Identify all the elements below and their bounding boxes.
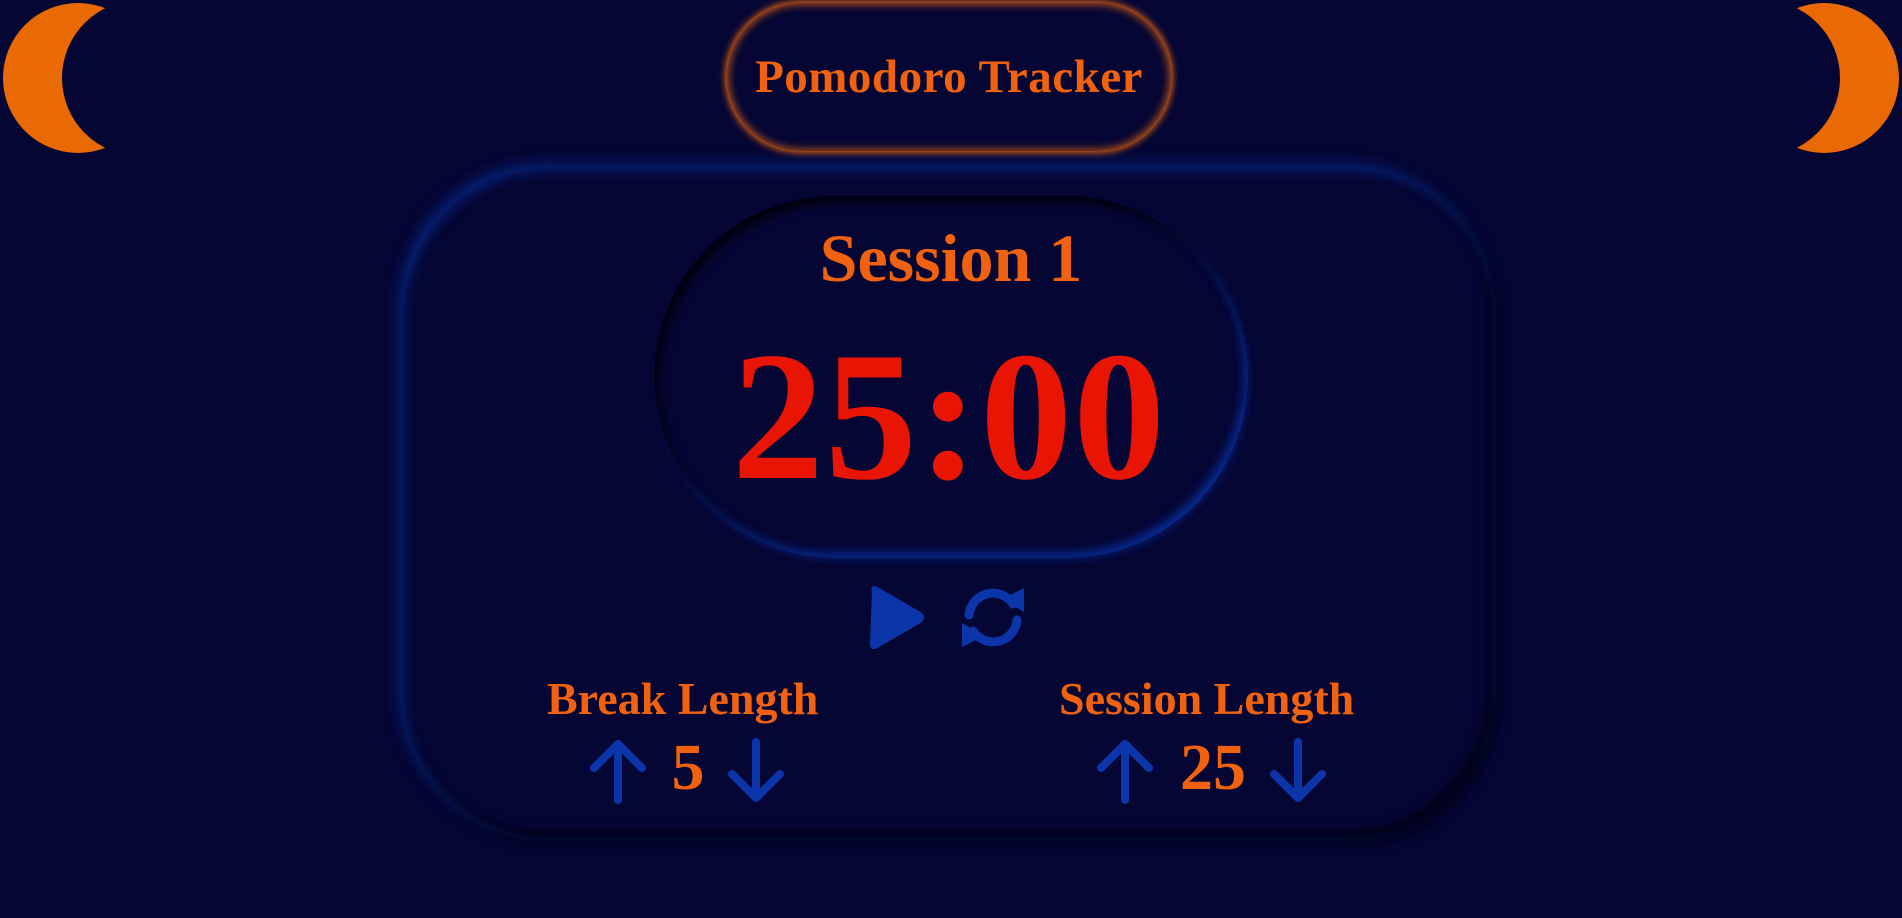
app-title: Pomodoro Tracker (755, 51, 1143, 103)
refresh-icon (962, 588, 1024, 647)
arrow-up-icon (1097, 740, 1153, 804)
arrow-up-icon (590, 740, 646, 804)
arrow-down-icon (728, 738, 784, 802)
session-decrement-button[interactable] (1268, 738, 1328, 804)
break-length-value: 5 (671, 731, 705, 804)
time-display: 25:00 (731, 314, 1167, 518)
break-decrement-button[interactable] (726, 738, 786, 804)
timer-controls (868, 585, 1028, 650)
break-length-label: Break Length (547, 673, 819, 724)
app-title-banner: Pomodoro Tracker (727, 3, 1171, 151)
crescent-moon-icon-right (1749, 3, 1899, 153)
session-length-value: 25 (1180, 731, 1246, 804)
session-length-label: Session Length (1059, 673, 1355, 724)
reset-button[interactable] (958, 585, 1028, 650)
crescent-moon-icon-left (3, 3, 153, 153)
play-button[interactable] (868, 585, 924, 650)
break-increment-button[interactable] (588, 738, 648, 804)
timer-display-panel: Session 1 25:00 (654, 196, 1248, 558)
arrow-down-icon (1270, 738, 1326, 802)
play-icon (870, 586, 924, 650)
session-label: Session 1 (819, 220, 1083, 296)
session-increment-button[interactable] (1095, 738, 1155, 804)
